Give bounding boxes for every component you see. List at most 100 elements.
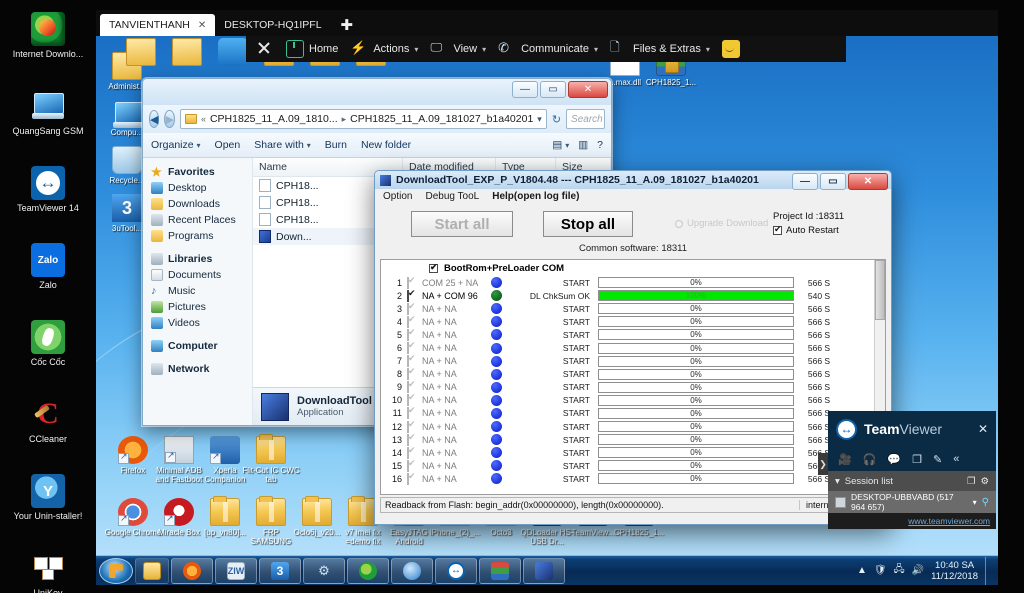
minimize-button[interactable]: — <box>792 173 818 190</box>
new-tab-button[interactable]: ✚ <box>331 14 364 36</box>
smiley-button[interactable] <box>721 40 740 58</box>
files-extras-menu[interactable]: Files & Extras ▾ <box>610 40 710 58</box>
start-all-button[interactable]: Start all <box>411 211 513 237</box>
table-row[interactable]: 5 NA + NA START 0% 566 S <box>381 328 885 341</box>
rd-icon-oclo6j[interactable]: Oclo6j_v20... <box>288 496 346 537</box>
tree-item-libraries[interactable]: Libraries <box>143 251 252 267</box>
preview-pane-icon[interactable]: ▥ <box>578 139 588 151</box>
table-row[interactable]: 11 NA + NA START 0% 566 S <box>381 407 885 420</box>
desktop-icon-unikey[interactable]: UniKey <box>0 551 96 593</box>
communicate-menu[interactable]: Communicate ▾ <box>498 40 598 58</box>
rd-icon-frp-samsung[interactable]: FRP SAMSUNG <box>242 496 300 546</box>
table-row[interactable]: 13 NA + NA START 0% 566 S <box>381 433 885 446</box>
panel-expand-handle[interactable]: ❯ <box>818 453 828 475</box>
help-icon[interactable]: ? <box>597 139 603 151</box>
desktop-icon-zalo[interactable]: Zalo <box>0 243 96 316</box>
session-list-item[interactable]: DESKTOP-UBBVABD (517 964 657) ▾ ⚲ <box>828 491 996 513</box>
auto-restart-checkbox[interactable]: Auto Restart <box>773 224 839 236</box>
tree-item-music[interactable]: Music <box>143 283 252 299</box>
table-row[interactable]: 9 NA + NA START 0% 566 S <box>381 381 885 394</box>
session-list-header[interactable]: ▾ Session list ❐ ⚙ <box>828 471 996 491</box>
search-input[interactable]: Search CPH1825_11_A.09_181027_b1a... 🔍 <box>566 109 605 129</box>
rd-icon-up-vn80[interactable]: [up_vn80]... <box>196 496 254 537</box>
stop-all-button[interactable]: Stop all <box>543 211 633 237</box>
desktop-icon-your-uninstaller[interactable]: Your Unin-staller! <box>0 474 96 547</box>
table-row[interactable]: 3 NA + NA START 0% 566 S <box>381 302 885 315</box>
tree-item-programs[interactable]: Programs <box>143 228 252 244</box>
bootrom-preloader-header[interactable]: BootRom+PreLoader COM <box>381 260 885 276</box>
volume-icon[interactable]: 🔊 <box>912 565 924 576</box>
desktop-icon-ccleaner[interactable]: CCleaner <box>0 397 96 470</box>
share-with-button[interactable]: Share with ▾ <box>254 139 311 151</box>
desktop-icon-quangsang-gsm[interactable]: QuangSang GSM <box>0 89 96 162</box>
teamviewer-panel[interactable]: ↔ TeamViewer ✕ 🎥 🎧 💬 ❐ ✎ « ▾ Session lis… <box>828 411 996 529</box>
download-tool-title-bar[interactable]: DownloadTool_EXP_P_V1804.48 --- CPH1825_… <box>375 171 891 190</box>
checkbox-icon[interactable] <box>407 472 409 485</box>
disconnect-button[interactable] <box>256 40 274 58</box>
close-button[interactable]: ✕ <box>848 173 888 190</box>
close-button[interactable]: ✕ <box>568 81 608 98</box>
desktop-icon-internet-download-manager[interactable]: Internet Downlo... <box>0 12 96 85</box>
view-layout-icon[interactable]: ▤ ▾ <box>552 139 569 151</box>
table-row[interactable]: 15 NA + NA START 0% 566 S <box>381 459 885 472</box>
taskbar-item-idm[interactable] <box>347 557 389 584</box>
organize-button[interactable]: Organize ▾ <box>151 139 201 151</box>
table-row[interactable]: 7 NA + NA START 0% 566 S <box>381 355 885 368</box>
taskbar-item-ziw[interactable]: ZIW <box>215 557 257 584</box>
download-tool-port-list[interactable]: BootRom+PreLoader COM 1 COM 25 + NA STAR… <box>380 259 886 495</box>
table-row[interactable]: 1 COM 25 + NA START 0% 566 S <box>381 276 885 289</box>
close-icon[interactable]: ✕ <box>978 422 988 436</box>
forward-button[interactable]: ▶ <box>164 110 175 128</box>
network-icon[interactable]: 🖧 <box>894 562 905 579</box>
start-button[interactable] <box>99 557 133 584</box>
pin-icon[interactable]: ⚲ <box>982 497 989 508</box>
tree-item-pictures[interactable]: Pictures <box>143 299 252 315</box>
table-row[interactable]: 2 NA + COM 96 DL ChkSum OK 100% 540 S <box>381 289 885 302</box>
taskbar-item-teamviewer[interactable]: ↔ <box>435 557 477 584</box>
close-icon[interactable]: ✕ <box>198 20 206 31</box>
minimize-button[interactable]: — <box>512 81 538 98</box>
taskbar-item-winrar[interactable] <box>479 557 521 584</box>
breadcrumb[interactable]: « CPH1825_11_A.09_1810... ▸ CPH1825_11_A… <box>179 109 547 129</box>
table-row[interactable]: 4 NA + NA START 0% 566 S <box>381 315 885 328</box>
table-row[interactable]: 12 NA + NA START 0% 566 S <box>381 420 885 433</box>
security-alert-icon[interactable]: 🛡 <box>874 565 887 576</box>
refresh-icon[interactable]: ↻ <box>552 113 561 126</box>
show-desktop-button[interactable] <box>985 556 992 585</box>
video-icon[interactable]: 🎥 <box>838 453 852 466</box>
open-button[interactable]: Open <box>215 139 241 151</box>
copy-icon[interactable]: ❐ <box>912 453 922 466</box>
show-hidden-icon[interactable]: ▲ <box>857 565 867 576</box>
table-row[interactable]: 6 NA + NA START 0% 566 S <box>381 341 885 355</box>
taskbar-item-settings[interactable]: ⚙ <box>303 557 345 584</box>
rd-icon-minimal-adb[interactable]: Minimal ADB and Fastboot <box>150 436 208 484</box>
taskbar-item-downloadtool[interactable] <box>523 557 565 584</box>
tree-item-network[interactable]: Network <box>143 361 252 377</box>
whiteboard-icon[interactable]: ✎ <box>933 453 942 466</box>
table-row[interactable]: 10 NA + NA START 0% 566 S <box>381 394 885 407</box>
actions-menu[interactable]: Actions ▾ <box>350 40 418 58</box>
menu-help-open-log-file[interactable]: Help(open log file) <box>492 191 579 202</box>
rd-icon-flit-cut[interactable]: Flit-Cut IC CWC tab <box>242 434 300 484</box>
maximize-button[interactable]: ▭ <box>820 173 846 190</box>
rd-icon-google-chrome[interactable]: Google Chrome <box>104 498 162 537</box>
table-row[interactable]: 14 NA + NA START 0% 566 S <box>381 446 885 459</box>
breadcrumb-parent[interactable]: CPH1825_11_A.09_1810... <box>210 113 338 125</box>
gear-icon[interactable]: ⚙ <box>980 476 989 487</box>
home-button[interactable]: Home <box>286 40 338 58</box>
taskbar-item-firefox[interactable] <box>171 557 213 584</box>
table-row[interactable]: 8 NA + NA START 0% 566 S <box>381 368 885 381</box>
rd-icon-miracle-box[interactable]: Miracle Box <box>150 498 208 537</box>
scrollbar-thumb[interactable] <box>875 260 885 320</box>
chevron-down-icon[interactable]: ▾ <box>537 114 542 125</box>
taskbar-item-3utools[interactable]: 3 <box>259 557 301 584</box>
tree-item-computer[interactable]: Computer <box>143 338 252 354</box>
breadcrumb-current[interactable]: CPH1825_11_A.09_181027_b1a40201 <box>350 113 533 125</box>
table-row[interactable]: 16 NA + NA START 0% 566 S <box>381 472 885 485</box>
collapse-icon[interactable]: « <box>953 453 959 465</box>
back-button[interactable]: ◀ <box>149 110 160 128</box>
chevron-down-icon[interactable]: ▾ <box>973 498 977 507</box>
checkbox-icon[interactable] <box>429 262 438 273</box>
new-folder-button[interactable]: New folder <box>361 139 411 151</box>
taskbar-item-browser[interactable] <box>391 557 433 584</box>
